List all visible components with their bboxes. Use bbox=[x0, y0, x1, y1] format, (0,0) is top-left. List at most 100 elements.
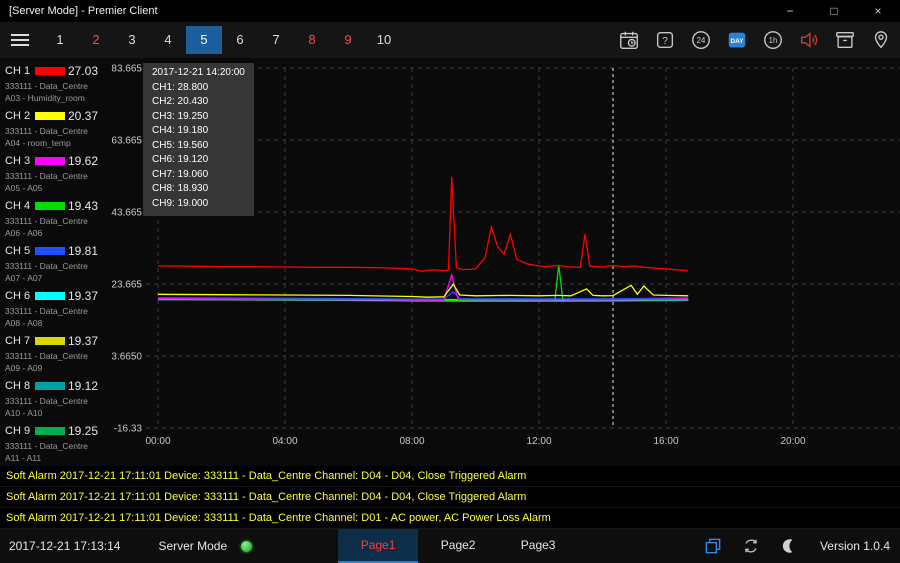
channel-device: 333111 - Data_Centre bbox=[5, 261, 98, 271]
tooltip-channel-value: CH1: 28.800 bbox=[152, 81, 245, 96]
menu-hamburger-icon[interactable] bbox=[0, 31, 36, 49]
top-toolbar: 12345678910 ?24DAY1h bbox=[0, 22, 900, 58]
channel-device: 333111 - Data_Centre bbox=[5, 396, 98, 406]
channel-item[interactable]: CH 9 19.25 333111 - Data_Centre A11 - A1… bbox=[5, 421, 98, 466]
calendar-history-icon[interactable] bbox=[614, 25, 644, 55]
channel-point: A07 - A07 bbox=[5, 273, 98, 283]
channel-item[interactable]: CH 3 19.62 333111 - Data_Centre A05 - A0… bbox=[5, 151, 98, 196]
status-datetime: 2017-12-21 17:13:14 bbox=[9, 539, 120, 553]
channel-value: 27.03 bbox=[68, 64, 98, 78]
channel-value: 19.25 bbox=[68, 424, 98, 438]
channel-item[interactable]: CH 6 19.37 333111 - Data_Centre A08 - A0… bbox=[5, 286, 98, 331]
location-pin-icon[interactable] bbox=[866, 25, 896, 55]
tooltip-values: CH1: 28.800CH2: 20.430CH3: 19.250CH4: 19… bbox=[152, 81, 245, 212]
version-label: Version 1.0.4 bbox=[820, 539, 890, 553]
channel-device: 333111 - Data_Centre bbox=[5, 126, 98, 136]
channel-item[interactable]: CH 7 19.37 333111 - Data_Centre A09 - A0… bbox=[5, 331, 98, 376]
y-axis-label: 23.665 bbox=[111, 280, 142, 291]
channel-value: 20.37 bbox=[68, 109, 98, 123]
channel-point: A11 - A11 bbox=[5, 453, 98, 463]
close-icon[interactable]: × bbox=[856, 0, 900, 22]
channel-color-swatch bbox=[35, 67, 65, 75]
question-box-icon[interactable]: ? bbox=[650, 25, 680, 55]
screen-tab-4[interactable]: 4 bbox=[150, 26, 186, 54]
channel-value: 19.37 bbox=[68, 289, 98, 303]
speaker-icon[interactable] bbox=[794, 25, 824, 55]
channel-item[interactable]: CH 2 20.37 333111 - Data_Centre A04 - ro… bbox=[5, 106, 98, 151]
channel-point: A04 - room_temp bbox=[5, 138, 98, 148]
minimize-icon[interactable]: − bbox=[768, 0, 812, 22]
status-page-tab-page1[interactable]: Page1 bbox=[338, 529, 418, 563]
channel-value: 19.43 bbox=[68, 199, 98, 213]
channel-point: A10 - A10 bbox=[5, 408, 98, 418]
x-axis-label: 12:00 bbox=[526, 436, 551, 447]
alarm-row[interactable]: Soft Alarm 2017-12-21 17:11:01 Device: 3… bbox=[0, 466, 900, 487]
screen-tab-6[interactable]: 6 bbox=[222, 26, 258, 54]
series-line-CH2 bbox=[158, 284, 688, 297]
svg-text:?: ? bbox=[662, 36, 668, 47]
channel-color-swatch bbox=[35, 292, 65, 300]
tooltip-channel-value: CH2: 20.430 bbox=[152, 95, 245, 110]
channel-name: CH 8 bbox=[5, 380, 33, 392]
channel-point: A06 - A06 bbox=[5, 228, 98, 238]
screen-tab-8[interactable]: 8 bbox=[294, 26, 330, 54]
y-axis-label: 43.665 bbox=[111, 208, 142, 219]
channel-point: A05 - A05 bbox=[5, 183, 98, 193]
channel-value: 19.81 bbox=[68, 244, 98, 258]
day-view-icon[interactable]: DAY bbox=[722, 25, 752, 55]
x-axis-label: 08:00 bbox=[399, 436, 424, 447]
screen-tab-3[interactable]: 3 bbox=[114, 26, 150, 54]
channel-name: CH 7 bbox=[5, 335, 33, 347]
alarm-log: Soft Alarm 2017-12-21 17:11:01 Device: 3… bbox=[0, 466, 900, 529]
toolbar-icons: ? 24 DAY 1h bbox=[608, 25, 900, 55]
tooltip-channel-value: CH7: 19.060 bbox=[152, 168, 245, 183]
tooltip-channel-value: CH8: 18.930 bbox=[152, 182, 245, 197]
svg-text:DAY: DAY bbox=[731, 38, 745, 45]
channel-name: CH 4 bbox=[5, 200, 33, 212]
window-title: [Server Mode] - Premier Client bbox=[9, 5, 158, 17]
sync-refresh-icon[interactable] bbox=[736, 536, 766, 556]
channel-device: 333111 - Data_Centre bbox=[5, 216, 98, 226]
hours-24-icon[interactable]: 24 bbox=[686, 25, 716, 55]
x-axis-label: 16:00 bbox=[653, 436, 678, 447]
tooltip-channel-value: CH6: 19.120 bbox=[152, 153, 245, 168]
main-area: CH 1 27.03 333111 - Data_Centre A03 - Hu… bbox=[0, 58, 900, 466]
night-mode-moon-icon[interactable] bbox=[774, 537, 804, 555]
channel-name: CH 1 bbox=[5, 65, 33, 77]
maximize-icon[interactable]: □ bbox=[812, 0, 856, 22]
page-number-tabs: 12345678910 bbox=[42, 26, 402, 54]
channel-item[interactable]: CH 8 19.12 333111 - Data_Centre A10 - A1… bbox=[5, 376, 98, 421]
channel-color-swatch bbox=[35, 247, 65, 255]
server-mode-label: Server Mode bbox=[158, 539, 227, 553]
screen-tab-9[interactable]: 9 bbox=[330, 26, 366, 54]
screen-tab-7[interactable]: 7 bbox=[258, 26, 294, 54]
hour-1-icon[interactable]: 1h bbox=[758, 25, 788, 55]
channel-device: 333111 - Data_Centre bbox=[5, 306, 98, 316]
chart-tooltip: 2017-12-21 14:20:00 CH1: 28.800CH2: 20.4… bbox=[143, 63, 254, 216]
channel-device: 333111 - Data_Centre bbox=[5, 171, 98, 181]
connection-status-dot bbox=[241, 541, 252, 552]
channel-name: CH 5 bbox=[5, 245, 33, 257]
y-axis-label: 63.665 bbox=[111, 136, 142, 147]
status-page-tab-page3[interactable]: Page3 bbox=[498, 529, 578, 563]
svg-text:1h: 1h bbox=[769, 36, 778, 45]
screen-tab-5[interactable]: 5 bbox=[186, 26, 222, 54]
channel-point: A03 - Humidity_room bbox=[5, 93, 98, 103]
channel-color-swatch bbox=[35, 337, 65, 345]
cascade-windows-icon[interactable] bbox=[698, 536, 728, 556]
y-axis-label: 3.6650 bbox=[111, 352, 142, 363]
screen-tab-2[interactable]: 2 bbox=[78, 26, 114, 54]
channel-item[interactable]: CH 5 19.81 333111 - Data_Centre A07 - A0… bbox=[5, 241, 98, 286]
alarm-row[interactable]: Soft Alarm 2017-12-21 17:11:01 Device: 3… bbox=[0, 487, 900, 508]
alarm-row[interactable]: Soft Alarm 2017-12-21 17:11:01 Device: 3… bbox=[0, 508, 900, 529]
channel-point: A08 - A08 bbox=[5, 318, 98, 328]
tooltip-channel-value: CH4: 19.180 bbox=[152, 124, 245, 139]
archive-icon[interactable] bbox=[830, 25, 860, 55]
screen-tab-1[interactable]: 1 bbox=[42, 26, 78, 54]
status-page-tab-page2[interactable]: Page2 bbox=[418, 529, 498, 563]
channel-item[interactable]: CH 4 19.43 333111 - Data_Centre A06 - A0… bbox=[5, 196, 98, 241]
screen-tab-10[interactable]: 10 bbox=[366, 26, 402, 54]
channel-item[interactable]: CH 1 27.03 333111 - Data_Centre A03 - Hu… bbox=[5, 61, 98, 106]
y-axis-label: 83.665 bbox=[111, 64, 142, 75]
channel-value: 19.62 bbox=[68, 154, 98, 168]
